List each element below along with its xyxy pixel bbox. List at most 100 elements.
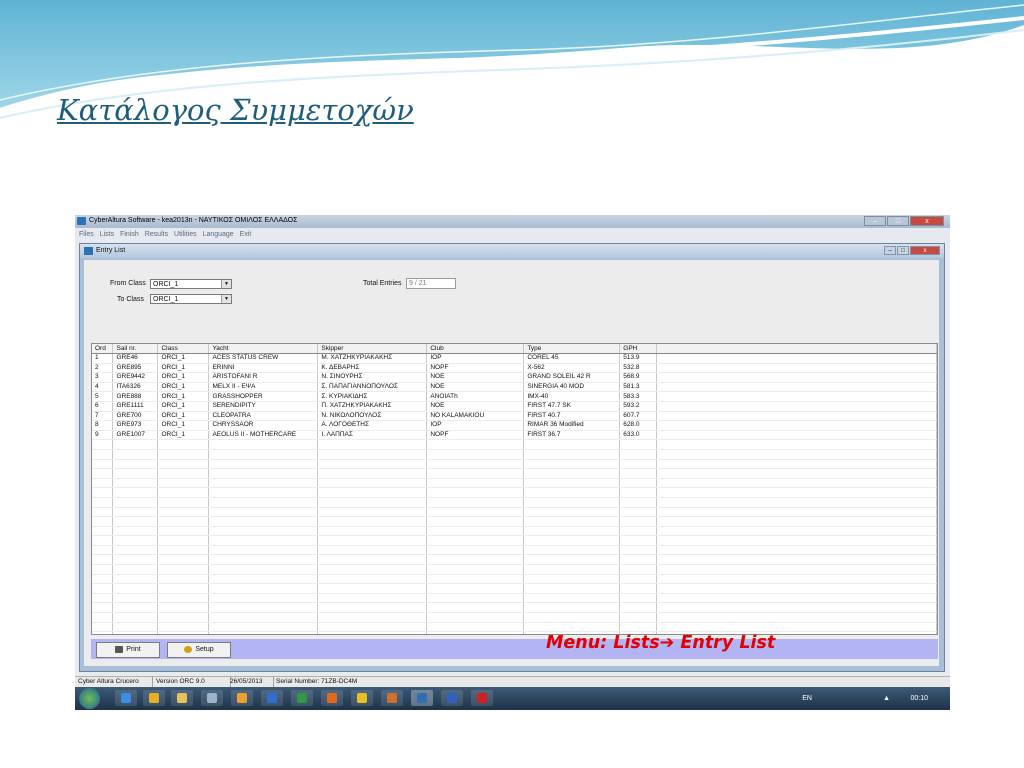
child-minimize-icon[interactable]: –: [884, 246, 896, 255]
empty-cell: [157, 554, 210, 566]
chevron-down-icon[interactable]: ▼: [221, 295, 231, 303]
table-row[interactable]: 5 GRE888 ORCI_1 GRASSHOPPER Σ. ΚΥΡΙΑΚΙΔΗΣ ANO…: [92, 391, 937, 402]
header-filler: [656, 344, 937, 354]
empty-cell: [208, 574, 319, 585]
entry-list-table: Ord Sail nr. Class Yacht Skipper Club Type GPH 1…: [91, 343, 938, 635]
empty-cell: [208, 497, 319, 508]
empty-cell: [92, 631, 114, 634]
empty-cell: [157, 507, 210, 518]
cell-sail-nr: GRE973: [112, 420, 159, 431]
table-row[interactable]: 9 GRE1007 ORCI_1 AEOLUS II - MOTHERCARE Ι. Λ…: [92, 430, 937, 441]
column-header-type[interactable]: Type: [523, 344, 621, 354]
column-header-class[interactable]: Class: [157, 344, 210, 354]
menu-finish[interactable]: Finish: [120, 229, 139, 240]
photos-icon[interactable]: [381, 690, 403, 706]
table-row[interactable]: 2 GRE895 ORCI_1 ERINNI Κ. ΔΕΒΑΡΗΣ NOPF X-562 53…: [92, 363, 937, 374]
empty-cell: [619, 516, 658, 527]
cell-sail-nr: ITA6326: [112, 382, 159, 393]
language-indicator[interactable]: EN: [802, 687, 812, 710]
empty-cell: [656, 497, 937, 508]
app-window-icon[interactable]: [441, 690, 463, 706]
excel-icon[interactable]: [291, 690, 313, 706]
table-row[interactable]: 7 GRE700 ORCI_1 CLEOPATRA Ν. ΝΙΚΟΛΟΠΟΥΛΟΣ NO …: [92, 411, 937, 422]
table-row[interactable]: 1 GRE46 ORCI_1 ACES STATUS CREW Μ. ΧΑΤΖΗΚΥΡΙ…: [92, 353, 937, 364]
to-class-value: ORCI_1: [153, 296, 179, 303]
maximize-icon[interactable]: □: [887, 216, 909, 226]
empty-cell: [317, 468, 428, 479]
empty-cell: [656, 487, 937, 498]
empty-cell: [523, 564, 621, 575]
row-filler: [656, 430, 937, 441]
cell-club: NOPF: [426, 363, 525, 374]
chrome-icon[interactable]: [351, 690, 373, 706]
empty-cell: [157, 593, 210, 604]
cell-yacht: CLEOPATRA: [208, 411, 319, 422]
empty-cell: [619, 459, 658, 470]
menu-lists[interactable]: Lists: [100, 229, 114, 240]
cell-sail-nr: GRE1007: [112, 430, 159, 441]
setup-icon: [184, 645, 193, 653]
column-header-yacht[interactable]: Yacht: [208, 344, 319, 354]
empty-row: [92, 574, 937, 585]
table-row[interactable]: 8 GRE973 ORCI_1 CHRYSSAOR Α. ΛΟΓΟΘΕΤΗΣ IOP RIM…: [92, 420, 937, 431]
setup-button[interactable]: Setup: [167, 642, 231, 658]
table-row[interactable]: 4 ITA6326 ORCI_1 MELX II - ΕΨΑ Σ. ΠΑΠΑΓΙΑΝΝΟ…: [92, 382, 937, 393]
chevron-down-icon[interactable]: ▼: [221, 280, 231, 288]
to-class-select[interactable]: ORCI_1 ▼: [150, 294, 232, 304]
cell-ord: 1: [92, 353, 114, 364]
cell-gph: 581.3: [619, 382, 658, 393]
empty-cell: [157, 487, 210, 498]
from-class-select[interactable]: ORCI_1 ▼: [150, 279, 232, 289]
table-row[interactable]: 3 GRE9442 ORCI_1 ARISTOFANI R Ν. ΣΙΝΟΥΡΗΣ NOE…: [92, 372, 937, 383]
column-header-club[interactable]: Club: [426, 344, 525, 354]
column-header-sail-nr[interactable]: Sail nr.: [112, 344, 159, 354]
start-button-icon[interactable]: [79, 688, 100, 709]
column-header-skipper[interactable]: Skipper: [317, 344, 428, 354]
cell-yacht: GRASSHOPPER: [208, 391, 319, 402]
column-header-ord[interactable]: Ord: [92, 344, 114, 354]
empty-cell: [208, 612, 319, 623]
empty-cell: [656, 574, 937, 585]
firefox-icon[interactable]: [321, 690, 343, 706]
cell-gph: 568.9: [619, 372, 658, 383]
menu-results[interactable]: Results: [145, 229, 168, 240]
menu-language[interactable]: Language: [203, 229, 234, 240]
clock[interactable]: 00:10: [910, 687, 928, 710]
folder-icon[interactable]: [171, 690, 193, 706]
status-app-name: Cyber Altura Crucero: [75, 677, 153, 687]
empty-cell: [523, 468, 621, 479]
child-maximize-icon[interactable]: □: [897, 246, 909, 255]
menu-exit[interactable]: Exit: [240, 229, 252, 240]
column-header-gph[interactable]: GPH: [619, 344, 658, 354]
from-class-value: ORCI_1: [153, 281, 179, 288]
ie-icon[interactable]: [115, 690, 137, 706]
empty-cell: [317, 554, 428, 566]
empty-row: [92, 583, 937, 594]
empty-cell: [157, 622, 210, 633]
menu-files[interactable]: Files: [79, 229, 94, 240]
settings-icon[interactable]: [201, 690, 223, 706]
empty-row: [92, 554, 937, 566]
row-filler: [656, 353, 937, 364]
tray-icons[interactable]: ▲ ≡ ıl ◂) ▣: [883, 687, 890, 710]
print-button[interactable]: Print: [96, 642, 160, 658]
status-version: Version ORC 9.0: [153, 677, 231, 687]
empty-cell: [317, 612, 428, 623]
empty-cell: [656, 535, 937, 546]
table-row[interactable]: 6 GRE1111 ORCI_1 SERENDIPITY Π. ΧΑΤΖΗΚΥΡΙΑΚΑ…: [92, 401, 937, 412]
cyberaltura-taskbar-icon[interactable]: [411, 690, 433, 706]
empty-cell: [523, 449, 621, 460]
menu-utilities[interactable]: Utilities: [174, 229, 197, 240]
outlook-icon[interactable]: [231, 690, 253, 706]
empty-cell: [112, 631, 159, 634]
media-player-icon[interactable]: [143, 690, 165, 706]
close-icon[interactable]: x: [910, 216, 944, 226]
pdf-icon[interactable]: [471, 690, 493, 706]
cell-class: ORCI_1: [157, 391, 210, 402]
minimize-icon[interactable]: –: [864, 216, 886, 226]
empty-cell: [112, 583, 159, 594]
empty-cell: [619, 545, 658, 556]
child-close-icon[interactable]: x: [910, 246, 940, 255]
empty-cell: [157, 516, 210, 527]
word-icon[interactable]: [261, 690, 283, 706]
